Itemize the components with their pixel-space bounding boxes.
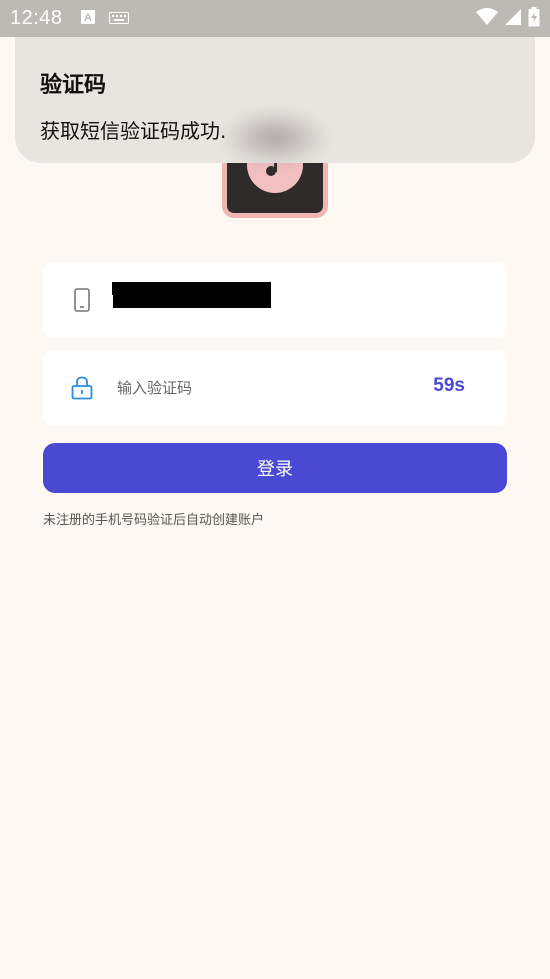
code-field[interactable]: 59s [43,351,507,425]
logo-shadow [220,108,330,168]
login-button[interactable]: 登录 [43,443,507,493]
phone-field[interactable] [43,263,507,337]
register-hint: 未注册的手机号码验证后自动创建账户 [43,513,265,528]
svg-text:A: A [84,12,92,24]
wifi-icon [476,7,498,30]
battery-charging-icon [528,6,540,31]
signal-icon [504,8,522,30]
countdown-timer: 59s [433,375,465,396]
a-icon: A [80,9,95,28]
status-time: 12:48 [10,7,63,29]
redacted-phone-number [112,282,271,308]
status-bar: 12:48 A [0,0,550,37]
notification-title: 验证码 [40,73,107,98]
phone-icon [67,285,97,315]
lock-icon [67,373,97,403]
code-input[interactable] [117,379,397,397]
keyboard-icon [108,9,129,28]
